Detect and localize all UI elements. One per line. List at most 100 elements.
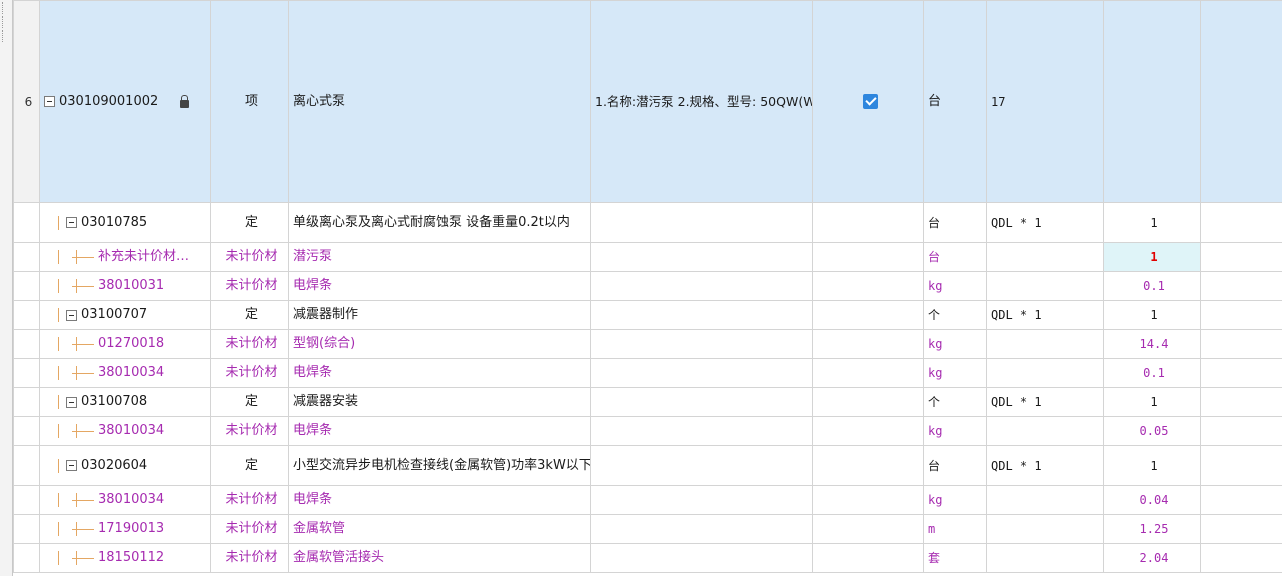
row-unit[interactable]: 套 — [923, 543, 987, 573]
table-row-main-item[interactable]: 6 030109001002 项 离心式泵 1.名称:潜污泵 2.规格、型号: … — [13, 0, 1282, 203]
collapse-icon[interactable] — [66, 217, 77, 228]
row-unit[interactable]: 台 — [923, 445, 987, 486]
row-code-cell[interactable]: 18150112 — [39, 543, 211, 573]
table-row-quota[interactable]: 03020604 定小型交流异步电机检查接线(金属软管)功率3kW以下 台 QDL *… — [13, 445, 1282, 486]
row-checkbox-cell[interactable] — [812, 387, 924, 417]
row-code-cell[interactable]: 03010785 — [39, 202, 211, 243]
row-quantity[interactable]: 0.04 — [1103, 485, 1201, 515]
row-features[interactable] — [590, 543, 813, 573]
row-type[interactable]: 未计价材 — [210, 543, 289, 573]
row-quantity-expr[interactable] — [986, 242, 1104, 272]
row-extra[interactable] — [1200, 416, 1282, 446]
row-extra[interactable] — [1200, 387, 1282, 417]
row-code-cell[interactable]: 38010034 — [39, 485, 211, 515]
item-features[interactable]: 1.名称:潜污泵 2.规格、型号: 50QW(WQ)15-22-2.2 Q=15… — [590, 0, 813, 203]
item-name[interactable]: 离心式泵 — [288, 0, 591, 203]
table-row-material[interactable]: 01270018 未计价材型钢(综合) kg 14.42 — [13, 329, 1282, 359]
row-type[interactable]: 未计价材 — [210, 514, 289, 544]
row-code-cell[interactable]: 38010034 — [39, 416, 211, 446]
row-type[interactable]: 未计价材 — [210, 242, 289, 272]
collapse-icon[interactable] — [44, 96, 55, 107]
row-quantity-expr[interactable]: QDL * 1 — [986, 445, 1104, 486]
row-extra[interactable] — [1200, 445, 1282, 486]
table-row-material[interactable]: 38010034 未计价材 电焊条 kg 0.05 — [13, 416, 1282, 446]
row-code-cell[interactable]: 17190013 — [39, 514, 211, 544]
row-features[interactable] — [590, 485, 813, 515]
row-unit[interactable]: 台 — [923, 242, 987, 272]
row-extra[interactable] — [1200, 358, 1282, 388]
row-unit[interactable]: kg — [923, 416, 987, 446]
row-features[interactable] — [590, 387, 813, 417]
row-unit[interactable]: kg — [923, 271, 987, 301]
checkbox-checked-icon[interactable] — [862, 94, 878, 109]
row-quantity[interactable]: 0.1 — [1103, 358, 1201, 388]
item-unit[interactable]: 台 — [923, 0, 987, 203]
row-type[interactable]: 未计价材 — [210, 416, 289, 446]
row-checkbox-cell[interactable] — [812, 202, 924, 243]
row-code-cell[interactable]: 补充未计价材… — [39, 242, 211, 272]
row-name[interactable]: 减震器安装 — [288, 387, 591, 417]
row-features[interactable] — [590, 358, 813, 388]
row-quantity-expr[interactable] — [986, 329, 1104, 359]
row-quantity-expr[interactable]: QDL * 1 — [986, 202, 1104, 243]
row-type[interactable]: 未计价材 — [210, 485, 289, 515]
row-quantity-expr[interactable] — [986, 358, 1104, 388]
row-checkbox-cell[interactable] — [812, 300, 924, 330]
row-name[interactable]: 金属软管活接头 — [288, 543, 591, 573]
table-row-material[interactable]: 补充未计价材… 未计价材 潜污泵 台 1 — [13, 242, 1282, 272]
row-extra[interactable]: 2 — [1200, 514, 1282, 544]
row-checkbox-cell[interactable] — [812, 271, 924, 301]
item-quantity-expr[interactable]: 17 — [986, 0, 1104, 203]
row-quantity[interactable]: 1 — [1103, 387, 1201, 417]
item-quantity[interactable] — [1103, 0, 1201, 203]
row-name[interactable]: 减震器制作 — [288, 300, 591, 330]
row-quantity[interactable]: 1.25 — [1103, 514, 1201, 544]
table-row-material[interactable]: 38010034 未计价材 电焊条 kg 0.04 — [13, 485, 1282, 515]
row-extra[interactable] — [1200, 485, 1282, 515]
row-extra[interactable] — [1200, 300, 1282, 330]
row-checkbox-cell[interactable] — [812, 329, 924, 359]
row-checkbox-cell[interactable] — [812, 358, 924, 388]
row-features[interactable] — [590, 416, 813, 446]
row-checkbox-cell[interactable] — [812, 242, 924, 272]
row-code-cell[interactable]: 01270018 — [39, 329, 211, 359]
row-checkbox-cell[interactable] — [812, 416, 924, 446]
row-unit[interactable]: 个 — [923, 300, 987, 330]
row-features[interactable] — [590, 271, 813, 301]
row-quantity-expr[interactable] — [986, 485, 1104, 515]
item-type[interactable]: 项 — [210, 0, 289, 203]
row-code-cell[interactable]: 03020604 — [39, 445, 211, 486]
row-name[interactable]: 潜污泵 — [288, 242, 591, 272]
item-code-cell[interactable]: 030109001002 — [39, 0, 211, 203]
row-extra[interactable]: 3 — [1200, 543, 1282, 573]
collapse-icon[interactable] — [66, 396, 77, 408]
row-extra[interactable]: 2 — [1200, 329, 1282, 359]
row-code-cell[interactable]: 38010034 — [39, 358, 211, 388]
row-features[interactable] — [590, 445, 813, 486]
row-quantity-expr[interactable] — [986, 514, 1104, 544]
row-name[interactable]: 金属软管 — [288, 514, 591, 544]
row-quantity-expr[interactable]: QDL * 1 — [986, 300, 1104, 330]
row-type[interactable]: 定 — [210, 300, 289, 330]
row-features[interactable] — [590, 514, 813, 544]
include-checkbox-cell[interactable] — [812, 0, 924, 203]
row-extra[interactable] — [1200, 271, 1282, 301]
table-row-material[interactable]: 38010034 未计价材 电焊条 kg 0.1 — [13, 358, 1282, 388]
row-code-cell[interactable]: 03100707 — [39, 300, 211, 330]
row-quantity[interactable]: 1 — [1103, 202, 1201, 243]
row-quantity[interactable]: 0.1 — [1103, 271, 1201, 301]
table-row-quota[interactable]: 03100708 定减震器安装 个 QDL * 11 — [13, 387, 1282, 417]
row-name[interactable]: 单级离心泵及离心式耐腐蚀泵 设备重量0.2t以内 — [288, 202, 591, 243]
row-quantity[interactable]: 1 — [1103, 300, 1201, 330]
row-name[interactable]: 电焊条 — [288, 271, 591, 301]
row-type[interactable]: 未计价材 — [210, 358, 289, 388]
row-type[interactable]: 未计价材 — [210, 271, 289, 301]
table-row-material[interactable]: 18150112 未计价材金属软管活接头 套 2.043 — [13, 543, 1282, 573]
row-name[interactable]: 电焊条 — [288, 416, 591, 446]
collapse-icon[interactable] — [66, 309, 77, 321]
row-type[interactable]: 未计价材 — [210, 329, 289, 359]
row-checkbox-cell[interactable] — [812, 485, 924, 515]
row-unit[interactable]: kg — [923, 329, 987, 359]
row-checkbox-cell[interactable] — [812, 543, 924, 573]
row-code-cell[interactable]: 38010031 — [39, 271, 211, 301]
